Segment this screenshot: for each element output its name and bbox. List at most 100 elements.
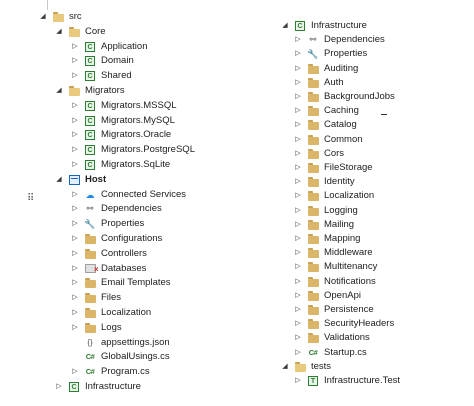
collapse-arrow-icon[interactable]: ◢ (54, 173, 64, 187)
expand-arrow-icon[interactable]: ▷ (293, 204, 303, 218)
left-tree-item-dependencies[interactable]: ▷ ⚯ Dependencies (70, 202, 161, 216)
expand-arrow-icon[interactable]: ▷ (293, 289, 303, 303)
left-tree-item-migrators-oracle[interactable]: ▷ C Migrators.Oracle (70, 128, 171, 142)
expand-arrow-icon[interactable]: ▷ (293, 62, 303, 76)
expand-arrow-icon[interactable]: ▷ (293, 133, 303, 147)
expand-arrow-icon[interactable]: ▷ (293, 161, 303, 175)
left-tree-item-migrators[interactable]: ◢ Migrators (54, 84, 125, 98)
expand-arrow-icon[interactable]: ▷ (70, 188, 80, 202)
expand-arrow-icon[interactable]: ▷ (293, 317, 303, 331)
expand-arrow-icon[interactable]: ▷ (70, 365, 80, 379)
left-tree-item-controllers[interactable]: ▷ Controllers (70, 247, 147, 261)
left-tree-item-shared[interactable]: ▷ C Shared (70, 69, 132, 83)
collapse-arrow-icon[interactable]: ◢ (280, 360, 290, 374)
expand-arrow-icon[interactable]: ▷ (70, 202, 80, 216)
left-tree-item-appsettings-json[interactable]: {} appsettings.json (70, 336, 169, 350)
right-tree-item-auditing[interactable]: ▷ Auditing (293, 62, 358, 76)
expand-arrow-icon[interactable]: ▷ (70, 262, 80, 276)
expand-arrow-icon[interactable]: ▷ (70, 276, 80, 290)
expand-arrow-icon[interactable]: ▷ (293, 175, 303, 189)
left-tree-item-application[interactable]: ▷ C Application (70, 40, 147, 54)
expand-arrow-icon[interactable]: ▷ (293, 189, 303, 203)
expand-arrow-icon[interactable]: ▷ (70, 232, 80, 246)
left-tree-item-email-templates[interactable]: ▷ Email Templates (70, 276, 171, 290)
right-tree-item-auth[interactable]: ▷ Auth (293, 76, 344, 90)
expand-arrow-icon[interactable]: ▷ (70, 69, 80, 83)
right-tree-item-openapi[interactable]: ▷ OpenApi (293, 289, 361, 303)
right-tree-item-securityheaders[interactable]: ▷ SecurityHeaders (293, 317, 394, 331)
right-tree-item-infrastructure-test[interactable]: ▷ T Infrastructure.Test (293, 374, 400, 388)
right-tree-item-identity[interactable]: ▷ Identity (293, 175, 355, 189)
left-tree-item-files[interactable]: ▷ Files (70, 291, 121, 305)
left-tree-item-properties[interactable]: ▷ 🔧 Properties (70, 217, 144, 231)
expand-arrow-icon[interactable]: ▷ (70, 54, 80, 68)
collapse-arrow-icon[interactable]: ◢ (280, 19, 290, 33)
collapse-arrow-icon[interactable]: ◢ (38, 10, 48, 24)
right-tree-item-startup-cs[interactable]: ▷ C# Startup.cs (293, 346, 366, 360)
left-tree-item-connected-services[interactable]: ▷ ☁ Connected Services (70, 188, 186, 202)
expand-arrow-icon[interactable]: ▷ (293, 90, 303, 104)
expand-arrow-icon[interactable]: ▷ (293, 260, 303, 274)
left-tree-item-infrastructure[interactable]: ▷ C Infrastructure (54, 380, 141, 394)
right-tree-item-common[interactable]: ▷ Common (293, 133, 363, 147)
left-tree-item-program-cs[interactable]: ▷ C# Program.cs (70, 365, 149, 379)
left-tree-item-logs[interactable]: ▷ Logs (70, 321, 122, 335)
expand-arrow-icon[interactable]: ▷ (70, 99, 80, 113)
right-tree-item-backgroundjobs[interactable]: ▷ BackgroundJobs (293, 90, 395, 104)
expand-arrow-icon[interactable]: ▷ (293, 76, 303, 90)
expand-arrow-icon[interactable]: ▷ (70, 143, 80, 157)
expand-arrow-icon[interactable]: ▷ (293, 331, 303, 345)
right-tree-item-notifications[interactable]: ▷ Notifications (293, 275, 376, 289)
right-tree-item-properties[interactable]: ▷ 🔧 Properties (293, 47, 367, 61)
right-tree-item-mapping[interactable]: ▷ Mapping (293, 232, 360, 246)
expand-arrow-icon[interactable]: ▷ (293, 47, 303, 61)
left-tree-item-migrators-mysql[interactable]: ▷ C Migrators.MySQL (70, 114, 175, 128)
expand-arrow-icon[interactable]: ▷ (54, 380, 64, 394)
right-tree-item-validations[interactable]: ▷ Validations (293, 331, 370, 345)
right-tree-item-multitenancy[interactable]: ▷ Multitenancy (293, 260, 377, 274)
expand-arrow-icon[interactable]: ▷ (293, 275, 303, 289)
right-tree-item-catalog[interactable]: ▷ Catalog (293, 118, 357, 132)
collapse-arrow-icon[interactable]: ◢ (54, 84, 64, 98)
left-tree-item-migrators-postgresql[interactable]: ▷ C Migrators.PostgreSQL (70, 143, 195, 157)
left-tree-item-localization[interactable]: ▷ Localization (70, 306, 151, 320)
right-tree-item-persistence[interactable]: ▷ Persistence (293, 303, 374, 317)
right-tree-item-middleware[interactable]: ▷ Middleware (293, 246, 373, 260)
expand-arrow-icon[interactable]: ▷ (293, 218, 303, 232)
drag-handle-icon[interactable]: ⠿ (27, 194, 39, 214)
right-tree-item-localization[interactable]: ▷ Localization (293, 189, 374, 203)
expand-arrow-icon[interactable]: ▷ (70, 321, 80, 335)
left-tree-item-migrators-sqlite[interactable]: ▷ C Migrators.SqLite (70, 158, 170, 172)
left-tree-item-globalusings-cs[interactable]: C# GlobalUsings.cs (70, 350, 170, 364)
expand-arrow-icon[interactable]: ▷ (293, 232, 303, 246)
collapse-arrow-icon[interactable]: ◢ (54, 25, 64, 39)
expand-arrow-icon[interactable]: ▷ (70, 114, 80, 128)
expand-arrow-icon[interactable]: ▷ (70, 128, 80, 142)
right-tree-item-infrastructure[interactable]: ◢ C Infrastructure (280, 19, 367, 33)
expand-arrow-icon[interactable]: ▷ (70, 158, 80, 172)
expand-arrow-icon[interactable]: ▷ (70, 306, 80, 320)
expand-arrow-icon[interactable]: ▷ (293, 33, 303, 47)
expand-arrow-icon[interactable]: ▷ (70, 217, 80, 231)
expand-arrow-icon[interactable]: ▷ (70, 247, 80, 261)
left-tree-item-core[interactable]: ◢ Core (54, 25, 106, 39)
expand-arrow-icon[interactable]: ▷ (293, 118, 303, 132)
expand-arrow-icon[interactable]: ▷ (293, 246, 303, 260)
right-tree-item-dependencies[interactable]: ▷ ⚯ Dependencies (293, 33, 384, 47)
expand-arrow-icon[interactable]: ▷ (70, 291, 80, 305)
right-tree-item-filestorage[interactable]: ▷ FileStorage (293, 161, 373, 175)
right-tree-item-cors[interactable]: ▷ Cors (293, 147, 344, 161)
expand-arrow-icon[interactable]: ▷ (70, 40, 80, 54)
left-tree-item-src[interactable]: ◢ src (38, 10, 82, 24)
right-tree-item-logging[interactable]: ▷ Logging (293, 204, 358, 218)
expand-arrow-icon[interactable]: ▷ (293, 303, 303, 317)
expand-arrow-icon[interactable]: ▷ (293, 147, 303, 161)
expand-arrow-icon[interactable]: ▷ (293, 374, 303, 388)
left-tree-item-migrators-mssql[interactable]: ▷ C Migrators.MSSQL (70, 99, 177, 113)
right-tree-item-caching[interactable]: ▷ Caching (293, 104, 359, 118)
expand-arrow-icon[interactable]: ▷ (293, 104, 303, 118)
left-tree-item-configurations[interactable]: ▷ Configurations (70, 232, 162, 246)
left-tree-item-databases[interactable]: ▷ Databases (70, 262, 146, 278)
left-tree-item-domain[interactable]: ▷ C Domain (70, 54, 134, 68)
right-tree-item-mailing[interactable]: ▷ Mailing (293, 218, 354, 232)
